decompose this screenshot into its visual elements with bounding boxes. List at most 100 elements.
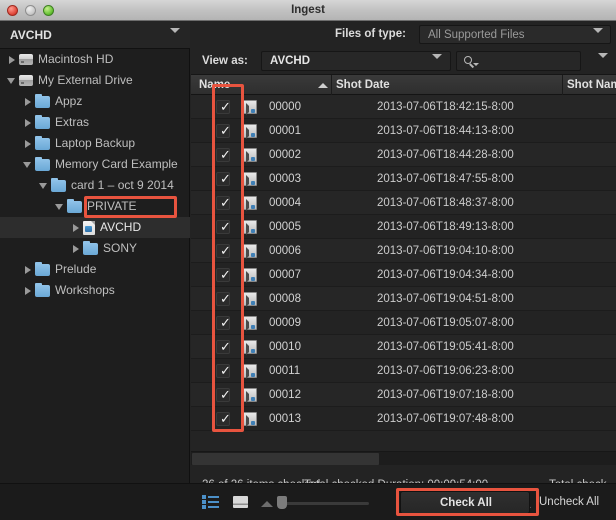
row-checkbox[interactable]: ✓ (216, 364, 231, 378)
document-icon (83, 220, 95, 235)
disclosure-open-icon[interactable] (22, 159, 33, 170)
column-header-name[interactable]: Name (199, 75, 230, 95)
media-clip-icon (243, 268, 257, 283)
tree-item-label: Appz (55, 94, 83, 108)
disclosure-closed-icon[interactable] (22, 96, 33, 107)
row-checkbox[interactable]: ✓ (216, 220, 231, 234)
disclosure-open-icon[interactable] (38, 180, 49, 191)
media-clip-icon (243, 316, 257, 331)
ingest-dialog: Ingest AVCHD Macintosh HD My External Dri… (0, 0, 616, 520)
row-checkbox[interactable]: ✓ (216, 124, 231, 138)
checkmark-icon: ✓ (220, 411, 231, 426)
media-clip-icon (243, 196, 257, 211)
small-thumbnail-icon[interactable] (261, 501, 273, 507)
shot-date-cell: 2013-07-06T18:47:55-8:00 (377, 173, 514, 185)
tree-item-avchd[interactable]: AVCHD (0, 217, 190, 238)
file-row[interactable]: ✓ 00002 2013-07-06T18:44:28-8:00 (191, 143, 616, 167)
shot-date-cell: 2013-07-06T19:06:23-8:00 (377, 365, 514, 377)
file-row[interactable]: ✓ 00010 2013-07-06T19:05:41-8:00 (191, 335, 616, 359)
file-row[interactable]: ✓ 00000 2013-07-06T18:42:15-8:00 (191, 95, 616, 119)
shot-date-cell: 2013-07-06T19:07:18-8:00 (377, 389, 514, 401)
file-row[interactable]: ✓ 00008 2013-07-06T19:04:51-8:00 (191, 287, 616, 311)
disclosure-open-icon[interactable] (6, 75, 17, 86)
media-clip-icon (243, 340, 257, 355)
files-of-type-value: All Supported Files (428, 29, 525, 41)
thumbnail-size-slider[interactable] (279, 502, 369, 505)
row-checkbox[interactable]: ✓ (216, 268, 231, 282)
file-row[interactable]: ✓ 00006 2013-07-06T19:04:10-8:00 (191, 239, 616, 263)
file-row[interactable]: ✓ 00005 2013-07-06T18:49:13-8:00 (191, 215, 616, 239)
file-row[interactable]: ✓ 00013 2013-07-06T19:07:48-8:00 (191, 407, 616, 431)
file-row[interactable]: ✓ 00004 2013-07-06T18:48:37-8:00 (191, 191, 616, 215)
shot-date-cell: 2013-07-06T19:04:51-8:00 (377, 293, 514, 305)
thumbnail-size-slider-handle[interactable] (277, 496, 287, 509)
tree-item-laptop-backup[interactable]: Laptop Backup (0, 133, 190, 154)
column-header-shot-date[interactable]: Shot Date (336, 75, 390, 95)
tree-item-label: My External Drive (38, 73, 133, 87)
row-checkbox[interactable]: ✓ (216, 171, 231, 186)
checkmark-icon: ✓ (220, 171, 231, 186)
tree-item-card-1-oct-9-2014[interactable]: card 1 – oct 9 2014 (0, 175, 190, 196)
tree-item-memory-card-example[interactable]: Memory Card Example (0, 154, 190, 175)
disclosure-closed-icon[interactable] (22, 264, 33, 275)
file-row[interactable]: ✓ 00012 2013-07-06T19:07:18-8:00 (191, 383, 616, 407)
row-checkbox[interactable]: ✓ (216, 148, 231, 162)
media-clip-icon (243, 388, 257, 403)
tree-item-prelude[interactable]: Prelude (0, 259, 190, 280)
disclosure-closed-icon[interactable] (22, 138, 33, 149)
file-name-cell: 00009 (269, 317, 301, 329)
tree-item-sony[interactable]: SONY (0, 238, 190, 259)
horizontal-scrollbar[interactable] (191, 451, 616, 465)
disclosure-closed-icon[interactable] (22, 117, 33, 128)
files-of-type-select[interactable]: All Supported Files (419, 25, 611, 50)
file-row[interactable]: ✓ 00007 2013-07-06T19:04:34-8:00 (191, 263, 616, 287)
row-checkbox[interactable]: ✓ (216, 100, 231, 114)
check-all-button[interactable]: Check All (400, 491, 530, 514)
uncheck-all-button[interactable]: Uncheck All (539, 491, 616, 514)
file-name-cell: 00007 (269, 269, 301, 281)
shot-date-cell: 2013-07-06T18:42:15-8:00 (377, 101, 514, 113)
row-checkbox[interactable]: ✓ (216, 388, 231, 402)
tree-item-appz[interactable]: Appz (0, 91, 190, 112)
disclosure-closed-icon[interactable] (6, 54, 17, 65)
row-checkbox[interactable]: ✓ (216, 411, 231, 426)
scrollbar-thumb[interactable] (192, 453, 379, 465)
row-checkbox[interactable]: ✓ (216, 195, 231, 210)
row-checkbox[interactable]: ✓ (216, 244, 231, 258)
list-view-icon[interactable] (202, 495, 219, 509)
media-clip-icon (243, 124, 257, 139)
media-clip-icon (243, 412, 257, 427)
disclosure-open-icon[interactable] (54, 201, 65, 212)
row-checkbox[interactable]: ✓ (216, 292, 231, 306)
check-all-label: Check All (440, 497, 492, 509)
tree-item-workshops[interactable]: Workshops (0, 280, 190, 301)
media-clip-icon (243, 100, 257, 115)
tree-item-macintosh-hd[interactable]: Macintosh HD (0, 49, 190, 70)
disclosure-closed-icon[interactable] (22, 285, 33, 296)
file-row[interactable]: ✓ 00001 2013-07-06T18:44:13-8:00 (191, 119, 616, 143)
file-row[interactable]: ✓ 00009 2013-07-06T19:05:07-8:00 (191, 311, 616, 335)
tree-item-private[interactable]: PRIVATE (0, 196, 190, 217)
tree-item-extras[interactable]: Extras (0, 112, 190, 133)
checkmark-icon: ✓ (220, 195, 231, 210)
thumbnail-view-icon[interactable] (233, 496, 248, 508)
volume-selector[interactable]: AVCHD (0, 21, 190, 50)
file-name-cell: 00005 (269, 221, 301, 233)
view-as-select[interactable]: AVCHD (261, 51, 451, 76)
file-name-cell: 00006 (269, 245, 301, 257)
disclosure-closed-icon[interactable] (70, 243, 81, 254)
file-list-body[interactable]: ✓ 00000 2013-07-06T18:42:15-8:00 ✓ 00001 2013… (191, 95, 616, 451)
tree-item-my-external-drive[interactable]: My External Drive (0, 70, 190, 91)
column-header-shot-name[interactable]: Shot Nam (567, 75, 616, 95)
file-row[interactable]: ✓ 00011 2013-07-06T19:06:23-8:00 (191, 359, 616, 383)
view-as-row: View as: AVCHD (191, 48, 616, 76)
disclosure-closed-icon[interactable] (70, 222, 81, 233)
row-checkbox[interactable]: ✓ (216, 340, 231, 354)
shot-date-cell: 2013-07-06T18:49:13-8:00 (377, 221, 514, 233)
row-checkbox[interactable]: ✓ (216, 316, 231, 330)
search-input[interactable] (456, 51, 581, 71)
file-row[interactable]: ✓ 00003 2013-07-06T18:47:55-8:00 (191, 167, 616, 191)
media-clip-icon (243, 292, 257, 307)
file-name-cell: 00008 (269, 293, 301, 305)
file-name-cell: 00001 (269, 125, 301, 137)
